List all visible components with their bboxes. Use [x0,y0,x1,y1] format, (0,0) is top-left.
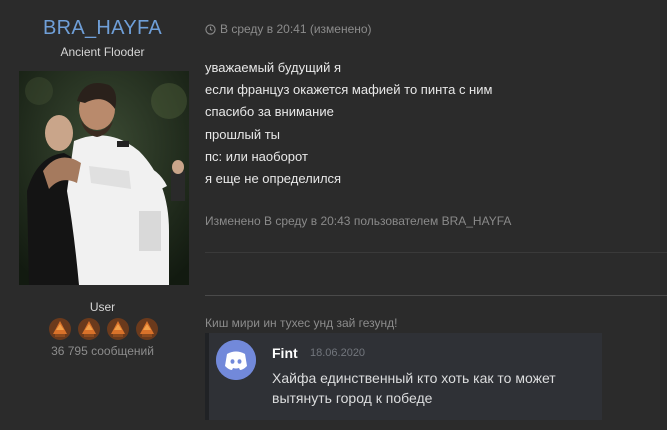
trophy-icon[interactable] [134,316,160,342]
user-info-panel: BRA_HAYFA Ancient Flooder User 36 795 со… [0,0,205,430]
discord-author-name[interactable]: Fint [272,345,298,361]
discord-message: Хайфа единственный кто хоть как то может… [272,370,556,406]
trophy-icon[interactable] [76,316,102,342]
discord-quote-card: Fint 18.06.2020 Хайфа единственный кто х… [205,333,602,420]
divider [205,252,667,253]
user-title: Ancient Flooder [60,45,145,59]
discord-logo-icon [216,340,256,380]
post-body: уважаемый будущий я если француз окажетс… [205,57,492,190]
post-timestamp[interactable]: В среду в 20:41 (изменено) [220,22,372,36]
forum-post: BRA_HAYFA Ancient Flooder User 36 795 со… [0,0,667,430]
discord-date: 18.06.2020 [310,347,366,359]
post-line: если француз окажется мафией то пинта с … [205,82,493,98]
user-avatar[interactable] [19,71,189,285]
post-line: прошлый ты [205,126,281,142]
post-line: пс: или наоборот [205,148,308,164]
message-count: 36 795 сообщений [51,344,154,358]
post-line: уважаемый будущий я [205,60,341,75]
post-content: В среду в 20:41 (изменено) уважаемый буд… [205,0,667,430]
user-group-label: User [89,300,116,314]
avatar-photo [19,71,189,285]
signature-divider [205,295,667,296]
trophy-icon[interactable] [47,316,73,342]
clock-icon [205,23,216,35]
post-line: спасибо за внимание [205,104,334,120]
username-link[interactable]: BRA_HAYFA [0,17,205,40]
discord-avatar[interactable] [216,340,256,380]
post-meta: В среду в 20:41 (изменено) [205,22,372,36]
post-line: я еще не определился [205,171,342,187]
trophy-icon[interactable] [105,316,131,342]
trophy-badges [47,316,167,342]
edited-note: Изменено В среду в 20:43 пользователем B… [205,214,512,228]
signature-text: Киш мири ин тухес унд зай гезунд! [205,316,398,330]
